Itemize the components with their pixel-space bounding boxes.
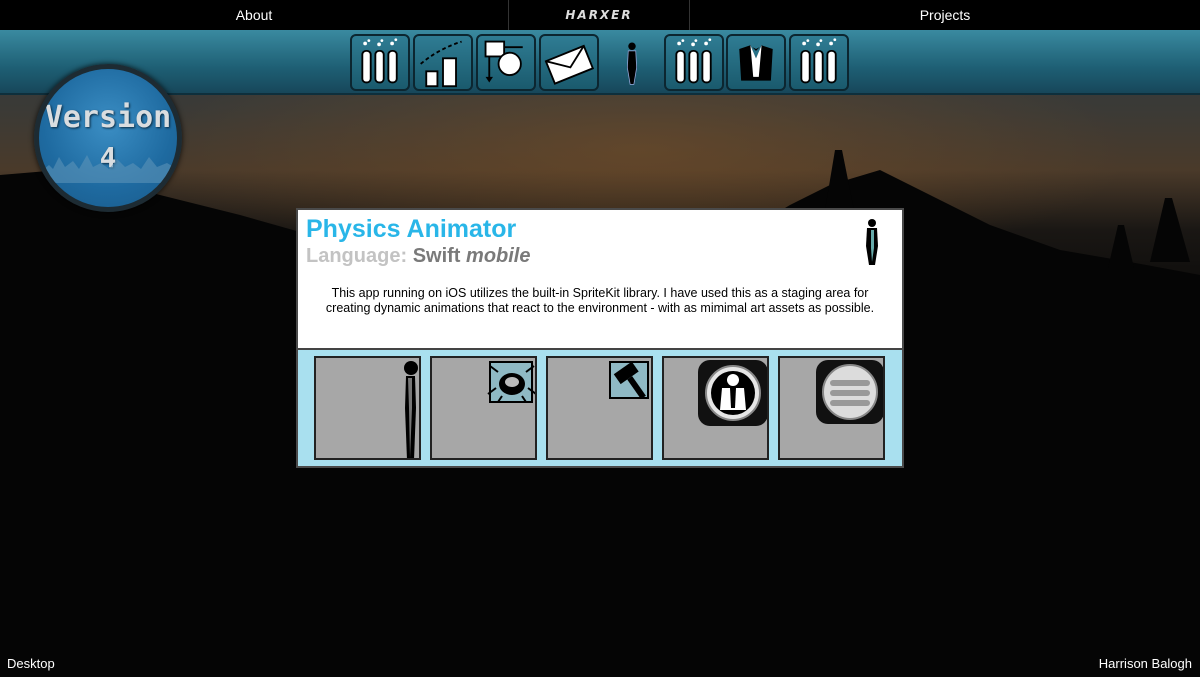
footer-author: Harrison Balogh bbox=[1098, 656, 1192, 671]
brand-text: HARXER bbox=[565, 8, 633, 22]
toolbar-item-flowchart[interactable] bbox=[476, 34, 536, 91]
top-navigation: About HARXER Projects bbox=[0, 0, 1200, 30]
envelope-icon bbox=[544, 44, 595, 85]
hammer-icon bbox=[609, 361, 649, 400]
toolbar-item-envelope[interactable] bbox=[539, 34, 599, 91]
screenshot-thumbnail-3[interactable] bbox=[546, 356, 653, 460]
project-title: Physics Animator bbox=[306, 215, 517, 243]
forest-silhouette-decoration bbox=[39, 155, 177, 183]
flowchart-icon bbox=[484, 40, 523, 83]
chemistry-tubes-icon bbox=[800, 38, 837, 84]
beetle-icon bbox=[487, 361, 535, 403]
menu-button-icon bbox=[816, 360, 883, 424]
character-button-icon bbox=[698, 360, 767, 426]
nav-about[interactable]: About bbox=[0, 0, 508, 30]
standing-figure-icon bbox=[404, 361, 418, 458]
project-header: Physics Animator Language: Swift mobile … bbox=[298, 210, 902, 346]
language-label: Language: bbox=[306, 245, 408, 267]
nav-projects[interactable]: Projects bbox=[690, 0, 1200, 30]
toolbar-item-tuxedo[interactable] bbox=[726, 34, 786, 91]
screenshot-gallery bbox=[298, 348, 902, 466]
screenshot-thumbnail-5[interactable] bbox=[778, 356, 885, 460]
brand-logo[interactable]: HARXER bbox=[508, 0, 690, 30]
version-label: Version bbox=[44, 100, 172, 135]
project-language: Language: Swift mobile bbox=[306, 245, 530, 268]
platform-value: mobile bbox=[466, 245, 531, 267]
human-figure-icon bbox=[866, 219, 878, 265]
toolbar-item-chart[interactable] bbox=[413, 34, 473, 91]
tuxedo-icon bbox=[739, 45, 773, 81]
version-badge[interactable]: Version 4 bbox=[34, 64, 182, 212]
project-toolbar bbox=[0, 30, 1200, 95]
footer-desktop-link[interactable]: Desktop bbox=[7, 656, 55, 671]
toolbar-item-chemistry-1[interactable] bbox=[350, 34, 410, 91]
toolbar-item-chemistry-3[interactable] bbox=[789, 34, 849, 91]
screenshot-thumbnail-1[interactable] bbox=[314, 356, 421, 460]
chemistry-tubes-icon bbox=[675, 38, 712, 84]
toolbar-item-chemistry-2[interactable] bbox=[664, 34, 724, 91]
screenshot-thumbnail-4[interactable] bbox=[662, 356, 769, 460]
language-value: Swift bbox=[412, 245, 461, 267]
growth-chart-icon bbox=[420, 40, 462, 88]
human-figure-icon bbox=[626, 42, 638, 85]
chemistry-tubes-icon bbox=[361, 38, 398, 84]
project-description: This app running on iOS utilizes the bui… bbox=[325, 286, 875, 315]
project-card: Physics Animator Language: Swift mobile … bbox=[296, 208, 904, 468]
screenshot-thumbnail-2[interactable] bbox=[430, 356, 537, 460]
toolbar-item-figure[interactable] bbox=[602, 34, 662, 91]
